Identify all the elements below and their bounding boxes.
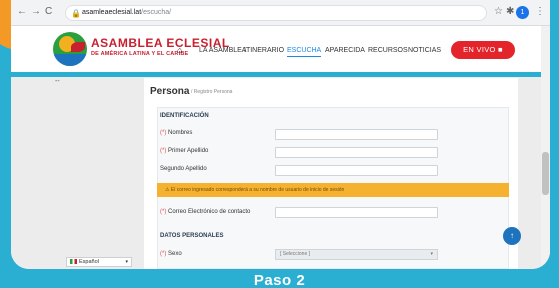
primer-apellido-label: (*) Primer Apellido: [160, 148, 209, 154]
arrow-up-icon: ↑: [510, 231, 514, 240]
home-icon[interactable]: ⌂: [177, 45, 182, 55]
warning-text: El correo ingresado corresponderá a su n…: [170, 187, 345, 193]
profile-avatar[interactable]: 1: [516, 6, 529, 19]
email-warning-banner: ⚠ El correo ingresado corresponderá a su…: [157, 183, 509, 197]
browser-toolbar: ← → C 🔒 asamleaeclesial.lat/escucha/ ☆ ✱…: [11, 0, 550, 26]
nombres-label: (*) Nombres: [160, 130, 193, 136]
chevron-down-icon: ▾: [125, 259, 128, 265]
nav-item-aparecida[interactable]: APARECIDA: [325, 47, 365, 54]
nav-item-recursos[interactable]: RECURSOS: [368, 47, 408, 54]
nav-item-noticias[interactable]: NOTICIAS: [408, 47, 441, 54]
logo-subtitle: DE AMÉRICA LATINA Y EL CARIBE: [91, 51, 189, 57]
chevron-down-icon: ▾: [430, 251, 433, 257]
sexo-label: (*) Sexo: [160, 251, 182, 257]
section-datos-personales: DATOS PERSONALES: [160, 233, 224, 239]
extension-icon[interactable]: ✱: [506, 5, 514, 19]
page-title: Persona: [150, 86, 190, 97]
breadcrumb: / Registro Persona: [191, 89, 233, 95]
sexo-select[interactable]: [ Seleccione ] ▾: [275, 249, 438, 260]
scroll-to-top-button[interactable]: ↑: [503, 227, 521, 245]
warning-icon: ⚠: [165, 187, 170, 193]
scrollbar-thumb[interactable]: [542, 152, 549, 195]
url-path: /escucha/: [141, 9, 172, 16]
flag-icon: [70, 259, 77, 265]
language-selector[interactable]: Español ▾: [66, 257, 132, 267]
section-identificacion: IDENTIFICACIÓN: [160, 113, 209, 119]
url-domain: asamleaeclesial.lat: [82, 9, 142, 16]
star-icon[interactable]: ☆: [494, 5, 503, 19]
arrow-left-icon[interactable]: ←: [17, 6, 27, 18]
address-bar[interactable]: 🔒 asamleaeclesial.lat/escucha/: [65, 5, 487, 21]
segundo-apellido-input[interactable]: [275, 165, 438, 176]
nav-item-escucha[interactable]: ESCUCHA: [287, 47, 322, 57]
browser-window: ← → C 🔒 asamleaeclesial.lat/escucha/ ☆ ✱…: [11, 0, 550, 269]
live-button[interactable]: EN VIVO ■: [451, 41, 515, 59]
sidebar-dash: --: [55, 78, 60, 85]
correo-label: (*) Correo Electrónico de contacto: [160, 209, 251, 215]
reload-icon[interactable]: C: [45, 6, 52, 18]
nav-item-itinerario[interactable]: ITINERARIO: [244, 47, 284, 54]
correo-input[interactable]: [275, 207, 438, 218]
teal-band: [11, 72, 550, 77]
nav-item-la-asamblea[interactable]: LA ASAMBLEA: [199, 47, 246, 54]
scrollbar[interactable]: [541, 26, 550, 269]
step-caption: Paso 2: [253, 272, 306, 288]
nombres-input[interactable]: [275, 129, 438, 140]
lock-icon: 🔒: [71, 9, 81, 18]
segundo-apellido-label: Segundo Apellido: [160, 166, 207, 172]
primer-apellido-input[interactable]: [275, 147, 438, 158]
language-label: Español: [79, 259, 99, 265]
menu-icon[interactable]: ⋮: [535, 5, 545, 19]
site-header: ASAMBLEA ECLESIAL DE AMÉRICA LATINA Y EL…: [11, 26, 550, 72]
arrow-right-icon[interactable]: →: [31, 6, 41, 18]
logo-emblem[interactable]: [53, 32, 87, 66]
